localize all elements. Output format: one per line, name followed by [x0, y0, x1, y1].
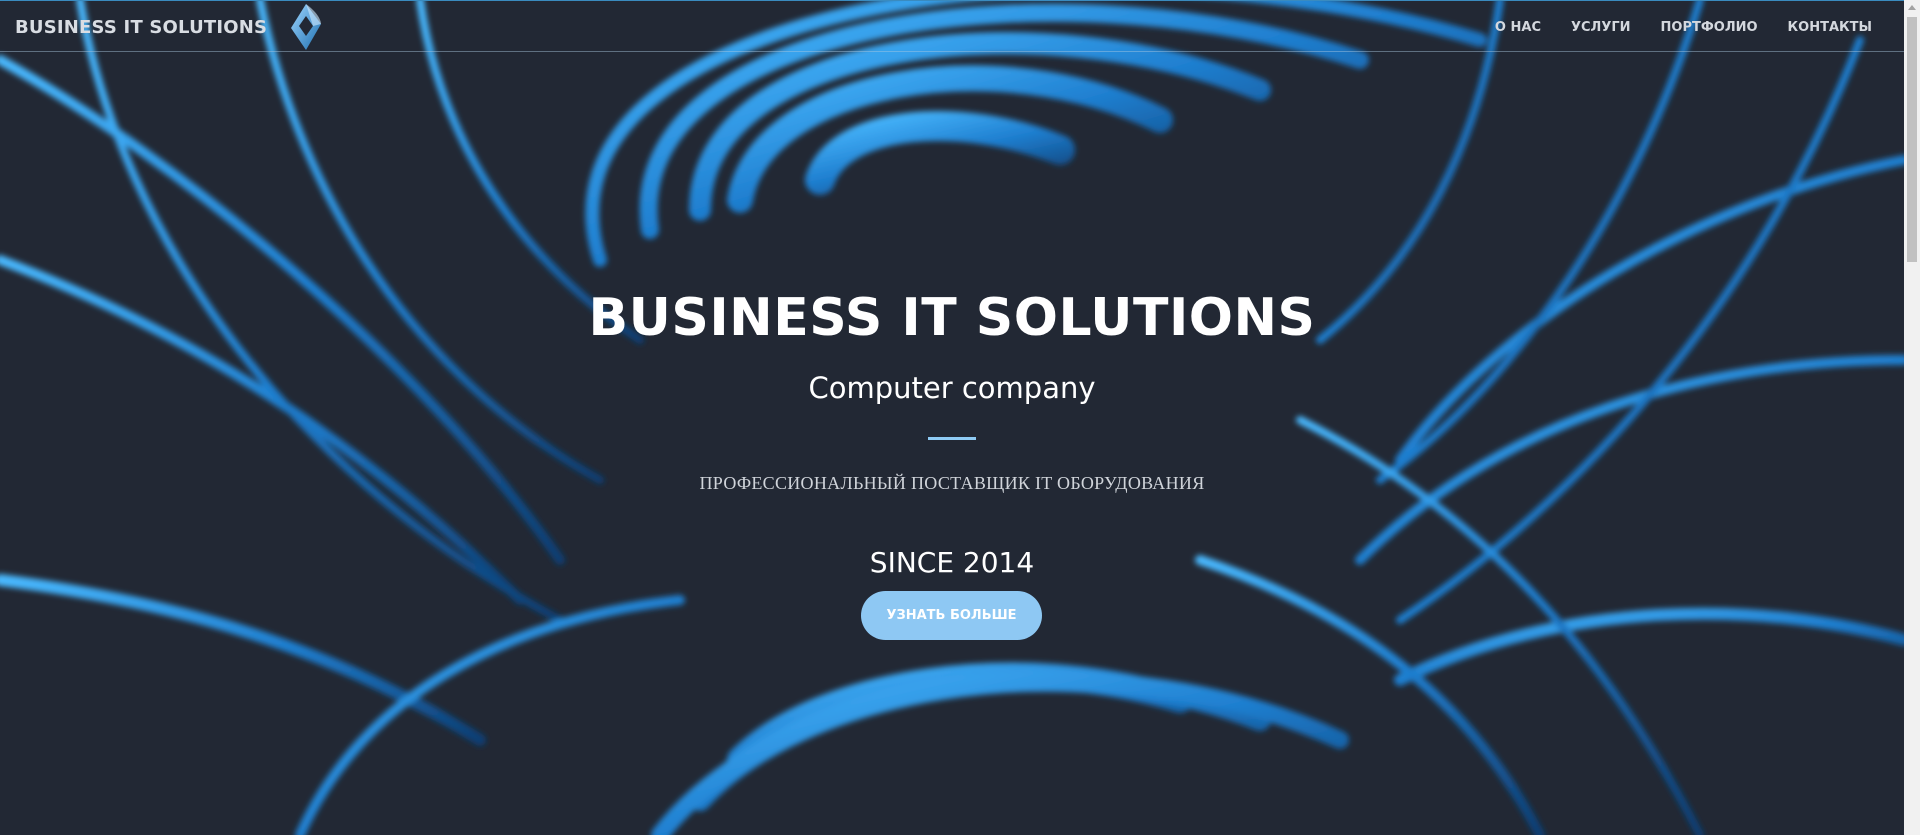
page: BUSINESS IT SOLUTIONS О НАС УСЛУГИ ПОРТФ… [0, 0, 1920, 835]
scroll-up-arrow-icon[interactable] [1908, 5, 1916, 10]
hero-title: BUSINESS IT SOLUTIONS [588, 288, 1316, 348]
scrollbar-thumb[interactable] [1907, 17, 1917, 262]
learn-more-button[interactable]: УЗНАТЬ БОЛЬШЕ [861, 591, 1042, 640]
hero-subtitle: Computer company [808, 371, 1096, 405]
hero-since: SINCE 2014 [869, 546, 1035, 579]
vertical-scrollbar[interactable] [1904, 0, 1920, 835]
hero-divider [928, 437, 976, 440]
hero-tagline: ПРОФЕССИОНАЛЬНЫЙ ПОСТАВЩИК IT ОБОРУДОВАН… [699, 473, 1205, 493]
hero-section: BUSINESS IT SOLUTIONS Computer company П… [0, 0, 1904, 835]
